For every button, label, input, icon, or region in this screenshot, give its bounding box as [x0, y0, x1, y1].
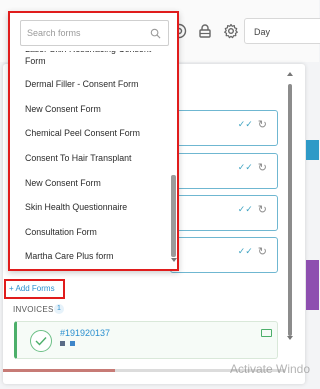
form-option[interactable]: Laser Skin Resurfacing Consent Form: [25, 51, 165, 67]
gear-icon[interactable]: [222, 22, 240, 40]
calendar-event-block[interactable]: [306, 140, 319, 160]
forms-list: Laser Skin Resurfacing Consent Form Derm…: [10, 51, 170, 269]
bottom-strip-red: [3, 369, 115, 372]
receipt-icon[interactable]: [261, 329, 272, 337]
dropdown-scrollbar-thumb[interactable]: [171, 175, 176, 257]
search-icon: [150, 28, 161, 39]
form-option[interactable]: Dermal Filler - Consent Form: [25, 79, 165, 89]
refresh-icon[interactable]: ↻: [258, 119, 267, 130]
form-card[interactable]: ✓✓ ↻: [170, 110, 278, 146]
form-card[interactable]: ✓✓ ↻: [170, 195, 278, 231]
panel-scrollbar-thumb[interactable]: [288, 84, 292, 336]
email-icon[interactable]: [70, 341, 75, 346]
invoice-meta-icons: [60, 341, 75, 346]
lock-icon[interactable]: [196, 22, 214, 40]
paid-check-icon: [30, 330, 52, 352]
add-forms-link[interactable]: + Add Forms: [9, 284, 55, 293]
invoices-count-badge: 1: [54, 304, 64, 314]
form-option[interactable]: New Consent Form: [25, 104, 165, 114]
refresh-icon[interactable]: ↻: [258, 246, 267, 257]
form-card[interactable]: ✓✓ ↻: [170, 153, 278, 189]
panel-scroll-down-arrow[interactable]: [287, 336, 293, 340]
view-range-select[interactable]: Day: [244, 18, 320, 44]
invoices-heading: INVOICES: [13, 305, 54, 314]
form-option[interactable]: Chemical Peel Consent Form: [25, 128, 165, 138]
double-check-icon: ✓✓: [237, 246, 253, 256]
invoice-number[interactable]: #191920137: [60, 328, 110, 338]
invoice-card[interactable]: [14, 321, 278, 359]
printer-icon[interactable]: [60, 341, 65, 346]
double-check-icon: ✓✓: [237, 119, 253, 129]
search-box[interactable]: [20, 20, 169, 46]
calendar-event-block[interactable]: [306, 260, 319, 310]
form-search-dropdown: Laser Skin Resurfacing Consent Form Derm…: [8, 11, 179, 271]
form-option[interactable]: New Consent Form: [25, 178, 165, 188]
double-check-icon: ✓✓: [237, 162, 253, 172]
form-option[interactable]: Consent To Hair Transplant: [25, 153, 165, 163]
os-activation-watermark: Activate Windo: [230, 362, 311, 376]
panel-scroll-up-arrow[interactable]: [287, 72, 293, 76]
form-option[interactable]: Skin Health Questionnaire: [25, 202, 165, 212]
double-check-icon: ✓✓: [237, 204, 253, 214]
search-forms-input[interactable]: [27, 25, 145, 41]
form-option[interactable]: Consultation Form: [25, 227, 165, 237]
form-card[interactable]: ✓✓ ↻: [170, 237, 278, 273]
refresh-icon[interactable]: ↻: [258, 204, 267, 215]
form-option[interactable]: Martha Care Plus form: [25, 251, 165, 261]
dropdown-scroll-down-arrow[interactable]: [171, 258, 177, 262]
refresh-icon[interactable]: ↻: [258, 162, 267, 173]
